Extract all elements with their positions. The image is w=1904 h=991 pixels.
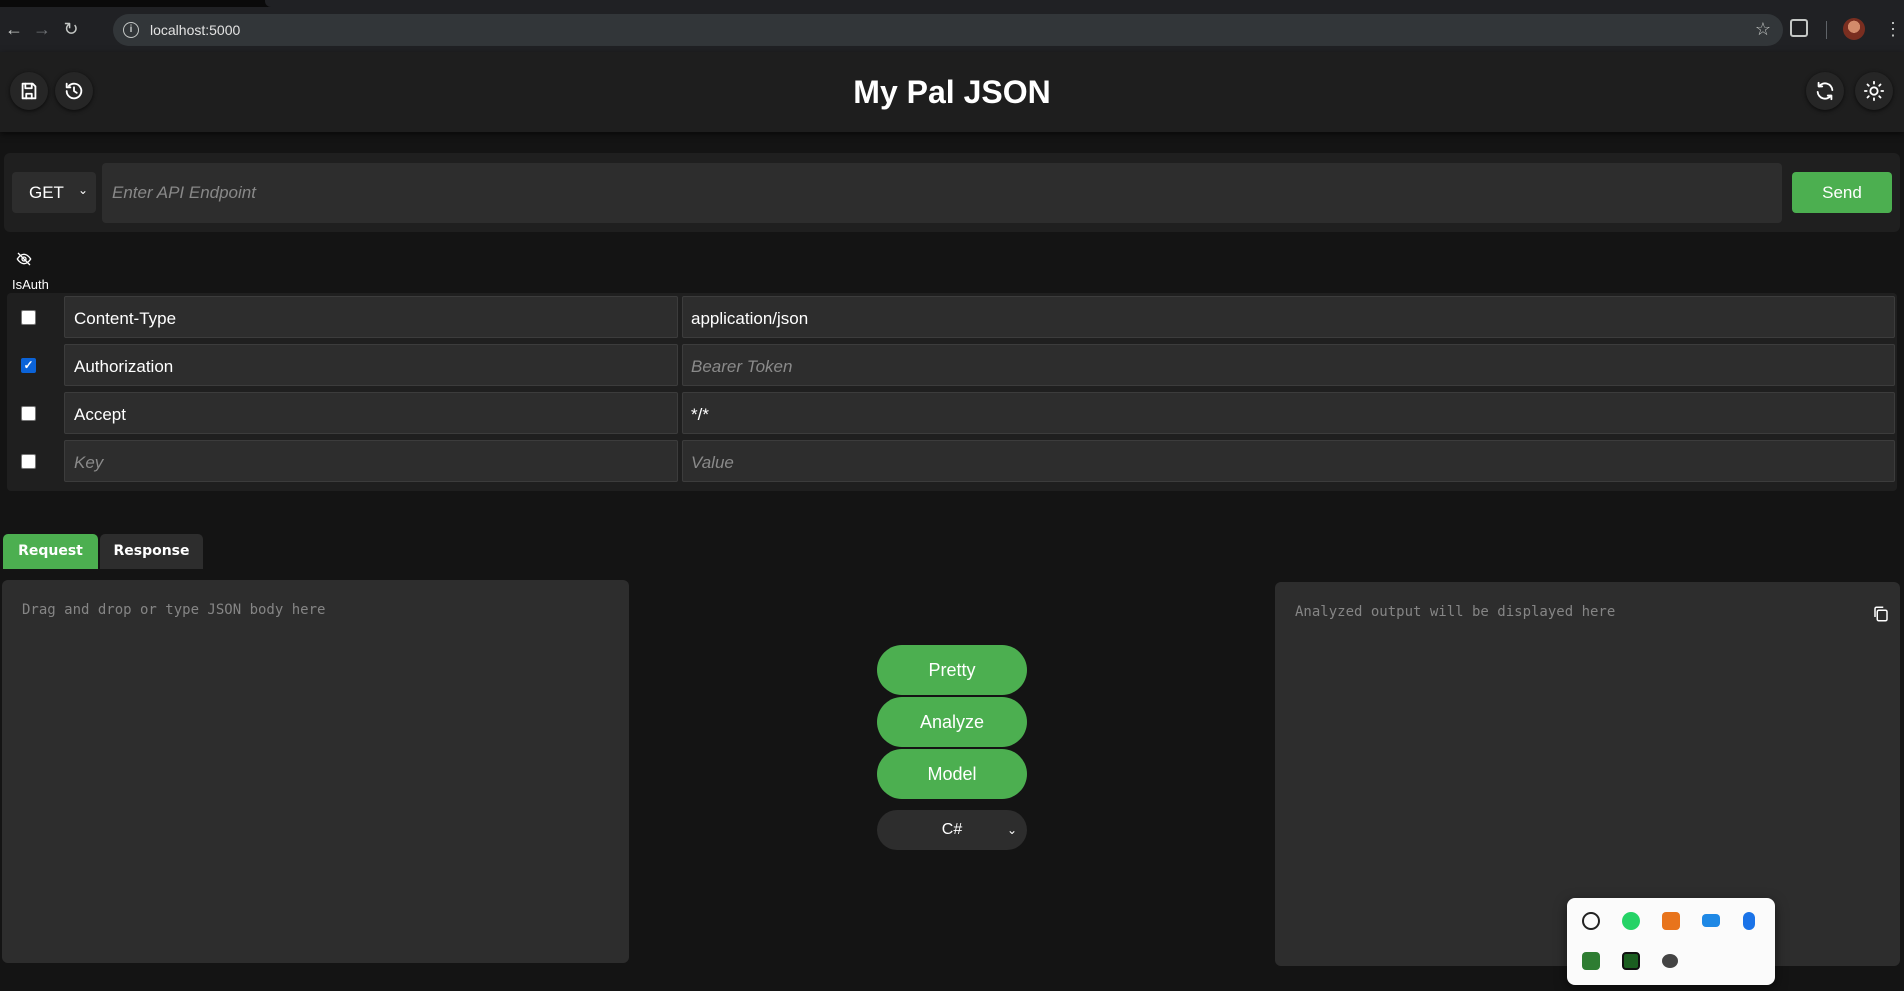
forward-icon[interactable]: → bbox=[30, 17, 54, 41]
pretty-button[interactable]: Pretty bbox=[877, 645, 1027, 695]
request-bar: GET ⌄ Enter API Endpoint Send bbox=[4, 153, 1900, 232]
output-placeholder: Analyzed output will be displayed here bbox=[1295, 604, 1616, 620]
header-enable-checkbox[interactable] bbox=[21, 454, 36, 469]
header-enable-checkbox[interactable] bbox=[21, 406, 36, 421]
header-key-input[interactable]: Key bbox=[64, 440, 678, 482]
profile-avatar[interactable] bbox=[1843, 18, 1865, 40]
header-key-input[interactable]: Accept bbox=[64, 392, 678, 434]
language-select[interactable]: C# ⌄ bbox=[877, 810, 1027, 850]
back-icon[interactable]: ← bbox=[2, 17, 26, 41]
analyze-button[interactable]: Analyze bbox=[877, 697, 1027, 747]
bluetooth-icon[interactable] bbox=[1743, 912, 1755, 930]
header-enable-checkbox[interactable] bbox=[21, 310, 36, 325]
header-row: Content-Type application/json bbox=[7, 293, 1897, 338]
sublime-icon[interactable] bbox=[1662, 912, 1680, 930]
extensions-icon[interactable] bbox=[1790, 19, 1808, 37]
method-select[interactable]: GET ⌄ bbox=[12, 172, 96, 213]
app-header: My Pal JSON bbox=[0, 52, 1904, 132]
isauth-label: IsAuth bbox=[12, 277, 49, 292]
chevron-down-icon: ⌄ bbox=[77, 183, 88, 197]
browser-toolbar: ← → ↻ i localhost:5000 ☆ ⋮ bbox=[0, 7, 1904, 52]
nvidia-shield-icon[interactable] bbox=[1622, 952, 1640, 970]
headers-table: Content-Type application/json ✓ Authoriz… bbox=[7, 293, 1897, 491]
language-value: C# bbox=[941, 821, 963, 838]
address-url[interactable]: localhost:5000 bbox=[150, 22, 240, 38]
toolbar-divider bbox=[1826, 21, 1827, 39]
header-value-input[interactable]: */* bbox=[682, 392, 1895, 434]
editor-placeholder: Drag and drop or type JSON body here bbox=[22, 602, 326, 618]
system-tray-popup bbox=[1567, 898, 1775, 985]
browser-tab-strip bbox=[0, 0, 1904, 7]
reload-icon[interactable]: ↻ bbox=[59, 17, 83, 41]
header-value-input[interactable]: Bearer Token bbox=[682, 344, 1895, 386]
refresh-button[interactable] bbox=[1806, 72, 1844, 110]
endpoint-input[interactable]: Enter API Endpoint bbox=[102, 163, 1782, 223]
browser-tab[interactable] bbox=[265, 0, 1904, 7]
theme-sun-icon bbox=[1863, 80, 1885, 102]
send-button[interactable]: Send bbox=[1792, 172, 1892, 213]
header-value-input[interactable]: Value bbox=[682, 440, 1895, 482]
header-key-input[interactable]: Authorization bbox=[64, 344, 678, 386]
whatsapp-icon[interactable] bbox=[1622, 912, 1640, 930]
header-enable-checkbox[interactable]: ✓ bbox=[21, 358, 36, 373]
display-icon[interactable] bbox=[1702, 914, 1720, 927]
nvidia-icon[interactable] bbox=[1582, 952, 1600, 970]
address-bar[interactable]: i localhost:5000 ☆ bbox=[113, 14, 1783, 46]
header-row: Accept */* bbox=[7, 389, 1897, 434]
model-button[interactable]: Model bbox=[877, 749, 1027, 799]
theme-toggle-button[interactable] bbox=[1855, 72, 1893, 110]
tab-response[interactable]: Response bbox=[100, 534, 203, 569]
chevron-down-icon: ⌄ bbox=[1006, 823, 1017, 837]
page-title: My Pal JSON bbox=[853, 74, 1051, 110]
header-row: ✓ Authorization Bearer Token bbox=[7, 341, 1897, 386]
tab-request[interactable]: Request bbox=[3, 534, 98, 569]
copy-icon[interactable] bbox=[1872, 604, 1890, 624]
chatgpt-icon[interactable] bbox=[1582, 912, 1600, 930]
header-row: Key Value bbox=[7, 437, 1897, 482]
header-value-input[interactable]: application/json bbox=[682, 296, 1895, 338]
header-key-input[interactable]: Content-Type bbox=[64, 296, 678, 338]
json-body-editor[interactable]: Drag and drop or type JSON body here bbox=[2, 580, 629, 963]
site-info-icon[interactable]: i bbox=[123, 22, 139, 38]
bookmark-star-icon[interactable]: ☆ bbox=[1755, 19, 1771, 40]
method-value: GET bbox=[29, 183, 64, 202]
refresh-icon bbox=[1816, 81, 1834, 101]
browser-menu-icon[interactable]: ⋮ bbox=[1884, 19, 1902, 39]
security-icon[interactable] bbox=[1662, 954, 1678, 968]
eye-off-icon[interactable] bbox=[16, 251, 32, 267]
